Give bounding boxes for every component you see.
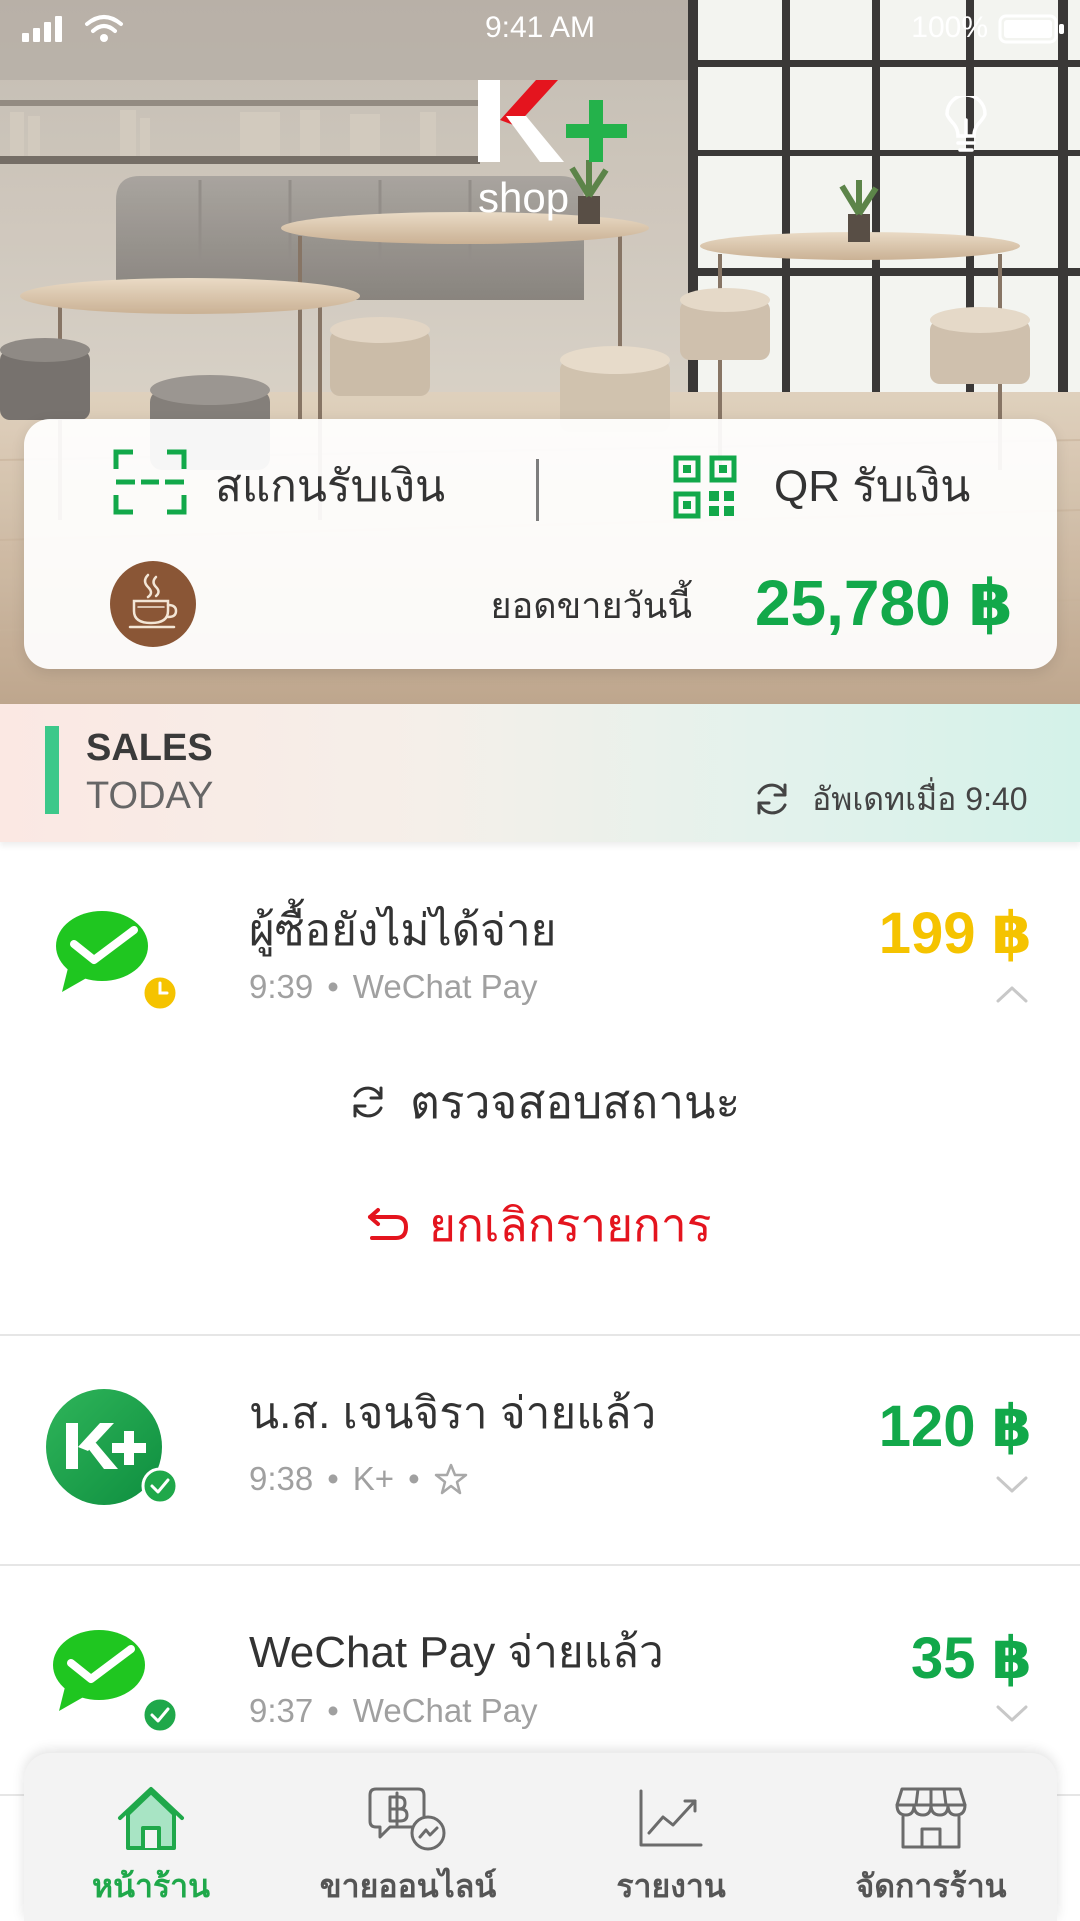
meta-separator: • xyxy=(327,968,339,1005)
shop-avatar[interactable] xyxy=(110,561,196,647)
check-icon xyxy=(141,1696,179,1734)
meta-separator: • xyxy=(327,1692,339,1729)
tab-store-management[interactable]: จัดการร้าน xyxy=(806,1753,1056,1921)
transaction-time: 9:37 xyxy=(249,1692,314,1729)
tab-label: จัดการร้าน xyxy=(855,1868,1007,1904)
transaction-title: WeChat Pay จ่ายแล้ว xyxy=(249,1628,664,1677)
last-updated-text: อัพเดทเมื่อ 9:40 xyxy=(812,781,1028,817)
tab-icon-wrap xyxy=(546,1781,796,1855)
check-status-label: ตรวจสอบสถานะ xyxy=(410,1076,741,1128)
lightbulb-icon[interactable] xyxy=(944,96,988,158)
star-icon[interactable] xyxy=(434,1462,468,1496)
cancel-transaction-button[interactable]: ยกเลิกรายการ xyxy=(340,1193,740,1257)
transaction-time: 9:38 xyxy=(249,1460,314,1497)
home-icon xyxy=(118,1787,184,1850)
quick-action-card: สแกนรับเงิน QR รับเงิน ยอดขายวันนี้ 25,7… xyxy=(24,419,1057,669)
online-sales-icon xyxy=(368,1787,446,1851)
battery-icon xyxy=(998,14,1064,44)
scan-to-receive-label: สแกนรับเงิน xyxy=(215,462,446,511)
chevron-down-icon[interactable] xyxy=(995,1704,1029,1724)
tab-reports[interactable]: รายงาน xyxy=(546,1753,796,1921)
transaction-amount: 199 ฿ xyxy=(878,901,1032,966)
transaction-item[interactable]: ผู้ซื้อยังไม่ได้จ่าย 9:39 • WeChat Pay 1… xyxy=(0,842,1080,1335)
qr-receive-button[interactable]: QR รับเงิน xyxy=(673,449,1013,525)
transaction-amount: 35 ฿ xyxy=(911,1626,1032,1691)
logo-shop-text: shop xyxy=(478,174,570,221)
transaction-channel: K+ xyxy=(352,1460,395,1497)
scan-to-receive-button[interactable]: สแกนรับเงิน xyxy=(113,449,445,525)
banner-title-sales: SALES xyxy=(86,727,213,769)
tab-online-sales[interactable]: ขายออนไลน์ xyxy=(283,1753,533,1921)
transaction-item[interactable]: น.ส. เจนจิรา จ่ายแล้ว 9:38 • K+ • 120 ฿ xyxy=(0,1335,1080,1565)
refresh-icon[interactable] xyxy=(752,779,792,819)
transaction-time: 9:39 xyxy=(249,968,314,1005)
banner-accent-bar xyxy=(45,726,59,814)
battery-percent: 100% xyxy=(911,11,988,44)
status-bar: 9:41 AM 100% xyxy=(0,0,1080,60)
store-manage-icon xyxy=(895,1787,967,1849)
bottom-navigation: หน้าร้าน ขายออนไลน์ รายงาน จัดการร้าน xyxy=(24,1753,1057,1921)
transaction-meta: 9:39 • WeChat Pay xyxy=(249,967,537,1007)
transaction-channel: WeChat Pay xyxy=(352,1692,538,1729)
transaction-title: ผู้ซื้อยังไม่ได้จ่าย xyxy=(249,906,557,955)
tab-storefront[interactable]: หน้าร้าน xyxy=(26,1753,276,1921)
tab-label: ขายออนไลน์ xyxy=(319,1868,497,1904)
check-icon xyxy=(141,1467,179,1505)
transaction-amount: 120 ฿ xyxy=(878,1394,1032,1459)
qr-code-icon xyxy=(673,455,737,519)
kplus-logo-mark xyxy=(478,80,627,162)
banner-title-today: TODAY xyxy=(86,775,214,817)
refresh-icon xyxy=(353,1086,383,1118)
undo-icon xyxy=(368,1208,408,1240)
meta-separator: • xyxy=(327,1460,339,1497)
chevron-up-icon[interactable] xyxy=(995,984,1029,1004)
transaction-channel: WeChat Pay xyxy=(352,968,538,1005)
today-sales-label: ยอดขายวันนี้ xyxy=(490,585,692,626)
check-status-button[interactable]: ตรวจสอบสถานะ xyxy=(340,1070,760,1134)
tab-label: หน้าร้าน xyxy=(92,1868,210,1904)
tab-icon-wrap xyxy=(806,1781,1056,1855)
kplus-shop-logo: shop xyxy=(474,76,644,226)
coffee-cup-icon xyxy=(128,573,178,629)
tab-label: รายงาน xyxy=(616,1868,726,1904)
transaction-meta: 9:38 • K+ • xyxy=(249,1459,468,1499)
transaction-meta: 9:37 • WeChat Pay xyxy=(249,1691,537,1731)
clock-icon xyxy=(141,974,179,1012)
transaction-title: น.ส. เจนจิรา จ่ายแล้ว xyxy=(249,1389,657,1438)
tab-icon-wrap xyxy=(283,1781,533,1855)
report-chart-icon xyxy=(639,1789,703,1847)
sales-today-banner: SALES TODAY อัพเดทเมื่อ 9:40 xyxy=(0,704,1080,842)
today-sales-amount: 25,780 ฿ xyxy=(754,567,1013,639)
cancel-transaction-label: ยกเลิกรายการ xyxy=(429,1199,712,1251)
qr-receive-label: QR รับเงิน xyxy=(774,462,971,511)
card-divider xyxy=(536,459,539,521)
meta-separator: • xyxy=(408,1460,420,1497)
chevron-down-icon[interactable] xyxy=(995,1475,1029,1495)
tab-icon-wrap xyxy=(26,1781,276,1855)
scan-icon xyxy=(113,449,187,515)
